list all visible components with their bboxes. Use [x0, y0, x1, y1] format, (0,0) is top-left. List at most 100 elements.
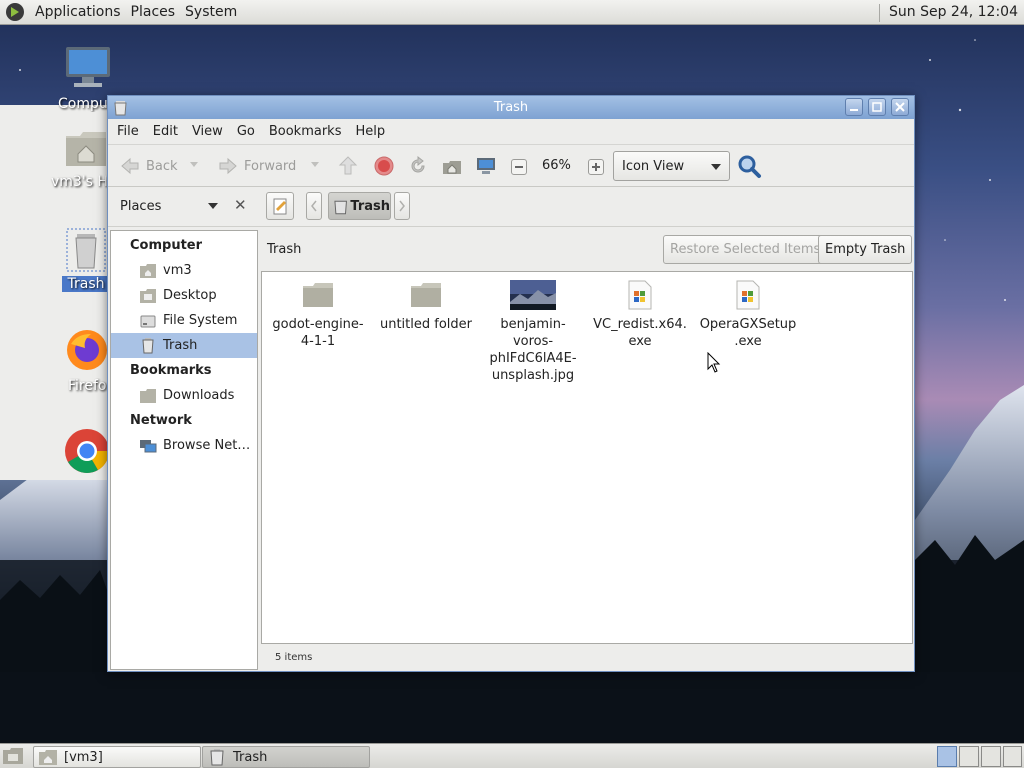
desktop-folder-icon [140, 288, 156, 303]
sidebar-item-downloads[interactable]: Downloads [111, 383, 257, 408]
menu-bar: File Edit View Go Bookmarks Help [108, 119, 914, 145]
menu-edit[interactable]: Edit [146, 119, 185, 145]
zoom-in-icon [592, 163, 600, 171]
desktop-icon-label: Trash [62, 276, 110, 292]
pencil-icon [273, 198, 287, 215]
menu-bookmarks[interactable]: Bookmarks [262, 119, 349, 145]
sidebar-item-file-system[interactable]: File System [111, 308, 257, 333]
sidebar-section-bookmarks: Bookmarks [130, 363, 212, 378]
view-mode-select[interactable]: Icon View [613, 151, 730, 181]
executable-icon [736, 280, 760, 310]
menu-view[interactable]: View [185, 119, 230, 145]
file-name-line: VC_redist.x64. [593, 317, 687, 332]
file-name-line: phIFdC6lA4E- [489, 351, 577, 366]
home-icon[interactable] [440, 154, 464, 178]
maximize-button[interactable] [868, 98, 886, 116]
window-title: Trash [493, 100, 529, 115]
taskbar-item-trash[interactable]: Trash [202, 746, 370, 768]
panel-separator [879, 3, 881, 22]
file-item-godot-engine[interactable]: godot-engine- 4-1-1 [264, 280, 372, 350]
taskbar-item-vm3[interactable]: [vm3] [33, 746, 201, 768]
file-name: godot-engine- 4-1-1 [264, 316, 372, 350]
edit-location-button[interactable] [266, 192, 294, 220]
forward-button[interactable]: Forward [216, 151, 296, 181]
file-name-line: voros- [512, 334, 554, 349]
clock[interactable]: Sun Sep 24, 12:04 [889, 0, 1018, 25]
folder-icon [140, 388, 156, 403]
menu-help[interactable]: Help [348, 119, 392, 145]
chevron-left-icon [311, 200, 317, 212]
sidebar-item-browse-network[interactable]: Browse Net… [111, 433, 257, 458]
computer-icon[interactable] [474, 154, 498, 178]
breadcrumb-trash[interactable]: Trash [328, 192, 391, 220]
zoom-level: 66% [542, 158, 571, 173]
executable-icon [628, 280, 652, 310]
breadcrumb-scroll-right[interactable] [394, 192, 410, 220]
system-menu[interactable]: System [180, 0, 242, 25]
file-name-line: 4-1-1 [300, 334, 336, 349]
sidebar-item-vm3[interactable]: vm3 [111, 258, 257, 283]
trash-icon [114, 101, 127, 116]
file-name-line: benjamin- [500, 317, 566, 332]
up-arrow-icon[interactable] [336, 154, 360, 178]
home-folder-icon [39, 750, 57, 765]
applications-menu[interactable]: Applications [30, 0, 126, 25]
file-name-line: unsplash.jpg [491, 368, 575, 383]
file-icon-view[interactable]: godot-engine- 4-1-1 untitled folder benj… [261, 271, 913, 644]
minimize-button[interactable] [845, 98, 863, 116]
workspace-1[interactable] [937, 746, 957, 767]
file-item-image[interactable]: benjamin- voros- phIFdC6lA4E- unsplash.j… [479, 280, 587, 384]
show-desktop-icon[interactable] [2, 746, 24, 766]
menu-file[interactable]: File [110, 119, 146, 145]
window-titlebar[interactable]: Trash [108, 96, 914, 119]
folder-icon [303, 283, 333, 307]
distro-logo-icon[interactable] [5, 2, 25, 22]
reload-icon[interactable] [406, 154, 430, 178]
sidebar-item-desktop[interactable]: Desktop [111, 283, 257, 308]
file-item-vc-redist[interactable]: VC_redist.x64. exe [586, 280, 694, 350]
clock-area[interactable]: Sun Sep 24, 12:04 [879, 0, 1018, 25]
computer-icon [66, 47, 110, 87]
file-name-line: OperaGXSetup [699, 317, 797, 332]
workspace-2[interactable] [959, 746, 979, 767]
places-menu[interactable]: Places [126, 0, 181, 25]
breadcrumb-scroll-left[interactable] [306, 192, 322, 220]
toolbar: Back Forward 66% Icon View [108, 145, 914, 187]
chevron-right-icon [399, 200, 405, 212]
back-button[interactable]: Back [118, 151, 178, 181]
close-sidebar-icon[interactable]: ✕ [234, 196, 247, 214]
location-bar: Places ✕ Trash [108, 187, 914, 227]
file-item-untitled-folder[interactable]: untitled folder [372, 280, 480, 333]
stop-icon[interactable] [372, 154, 396, 178]
chevron-down-icon[interactable] [208, 203, 218, 209]
trash-icon [334, 198, 347, 214]
workspace-4[interactable] [1003, 746, 1022, 767]
zoom-out-button[interactable] [511, 159, 527, 175]
sidebar-places-selector[interactable]: Places [120, 199, 161, 214]
desktop-icon-firefox[interactable]: Firefo [62, 326, 110, 394]
menu-go[interactable]: Go [230, 119, 262, 145]
forward-history-dropdown[interactable] [311, 162, 319, 167]
zoom-out-icon [515, 166, 523, 168]
sidebar-section-computer: Computer [130, 238, 203, 253]
file-name-line: godot-engine- [272, 317, 364, 332]
workspace-3[interactable] [981, 746, 1001, 767]
sidebar-item-label: Browse Net… [163, 438, 251, 453]
desktop-icon-chrome[interactable] [62, 426, 110, 480]
sidebar-item-trash[interactable]: Trash [111, 333, 257, 358]
file-name-line: untitled folder [379, 317, 472, 332]
close-button[interactable] [891, 98, 909, 116]
home-folder-icon [66, 132, 106, 166]
search-icon[interactable] [736, 153, 762, 179]
file-name-line: .exe [734, 334, 762, 349]
back-history-dropdown[interactable] [190, 162, 198, 167]
mouse-cursor-icon [707, 352, 721, 373]
empty-trash-button[interactable]: Empty Trash [818, 235, 913, 264]
sidebar-item-label: Downloads [163, 388, 235, 403]
minimize-icon [850, 109, 858, 111]
bottom-panel: [vm3] Trash [0, 743, 1024, 768]
desktop-icon-trash[interactable]: Trash [62, 228, 110, 292]
restore-selected-items-button[interactable]: Restore Selected Items [663, 235, 828, 264]
zoom-in-button[interactable] [588, 159, 604, 175]
file-item-operagx-setup[interactable]: OperaGXSetup .exe [694, 280, 802, 350]
